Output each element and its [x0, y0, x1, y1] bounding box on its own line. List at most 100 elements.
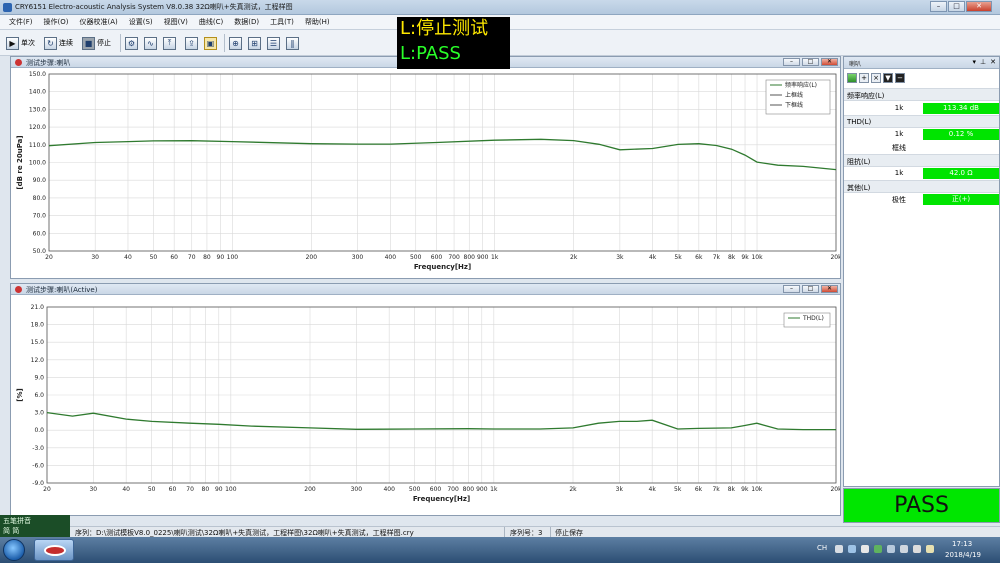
tile-vertical-icon: ‖ [286, 36, 299, 50]
x-tick-label: 400 [383, 486, 395, 493]
single-run-button[interactable]: ▶ 单次 [6, 35, 35, 51]
pin-icon[interactable]: ▾ [973, 59, 977, 66]
group-title: 阻抗(L) [847, 158, 871, 166]
result-group[interactable]: 其他(L) [844, 180, 999, 193]
y-tick-label: 3.0 [34, 410, 44, 417]
ime-state: 简 简 [3, 527, 20, 535]
export-tool-button[interactable]: ⇪ [185, 35, 198, 51]
chart-icon: ∿ [144, 36, 157, 50]
grid-view-icon[interactable] [847, 73, 857, 83]
series-line [46, 411, 836, 431]
x-tick-label: 60 [170, 254, 178, 261]
continuous-run-button[interactable]: ↻ 连续 [44, 35, 73, 51]
menu-file[interactable]: 文件(F) [9, 17, 33, 27]
insert-window-button[interactable]: ⊞ [248, 35, 261, 51]
x-tick-label: 50 [150, 254, 158, 261]
save-icon: ▣ [204, 36, 217, 50]
clock-time[interactable]: 17:13 [952, 540, 972, 548]
menu-curve[interactable]: 曲线(C) [199, 17, 223, 27]
x-tick-label: 2k [569, 486, 577, 493]
menu-view[interactable]: 视图(V) [164, 17, 188, 27]
x-tick-label: 700 [447, 486, 459, 493]
clock-date[interactable]: 2018/4/19 [945, 551, 981, 559]
remove-item-icon[interactable]: × [871, 73, 881, 83]
stop-button[interactable]: ■ 停止 [82, 35, 111, 51]
x-tick-label: 1k [490, 486, 498, 493]
x-tick-label: 7k [712, 486, 720, 493]
group-title: THD(L) [847, 118, 872, 126]
panel-close-icon[interactable]: ✕ [990, 59, 996, 66]
tray-volume-icon[interactable] [913, 545, 921, 553]
menu-help[interactable]: 帮助(H) [305, 17, 330, 27]
pane-minimize-icon[interactable]: – [783, 58, 800, 66]
pane-minimize-icon[interactable]: – [783, 285, 800, 293]
pane-restore-icon[interactable]: □ [802, 58, 819, 66]
tray-bluetooth-icon[interactable] [848, 545, 856, 553]
pass-text: PASS [894, 493, 949, 518]
save-tool-button[interactable]: ▣ [204, 35, 217, 51]
ime-bar[interactable]: 五笔拼音 简 简 [0, 515, 70, 537]
y-tick-label: 130.0 [29, 106, 46, 113]
tray-display-icon[interactable] [887, 545, 895, 553]
legend-entry: 下框线 [785, 101, 803, 109]
menu-tools[interactable]: 工具(T) [270, 17, 294, 27]
result-name: 框线 [892, 144, 906, 152]
pane-close-icon[interactable]: ✕ [821, 58, 838, 66]
y-tick-label: 15.0 [31, 339, 45, 346]
language-indicator[interactable]: CH [817, 544, 827, 552]
taskbar: CH 17:13 2018/4/19 [0, 537, 1000, 563]
settings-tool-button[interactable]: ⚙ [125, 35, 138, 51]
pane-controls: – □ ✕ [783, 58, 838, 66]
add-window-button[interactable]: ⊕ [229, 35, 242, 51]
result-row: 1k 42.0 Ω [844, 167, 999, 180]
thd-pane: 测试步骤:喇叭(Active) – □ ✕ 21.0 18.0 15.0 12.0 9.… [10, 283, 841, 516]
panel-pin-icon[interactable]: ⊥ [980, 59, 986, 66]
play-icon: ▶ [6, 36, 19, 50]
loop-icon: ↻ [44, 36, 57, 50]
result-group[interactable]: 频率响应(L) [844, 88, 999, 101]
maximize-icon[interactable]: □ [948, 1, 965, 12]
menu-calibrate[interactable]: 仪器校准(A) [79, 17, 117, 27]
move-down-icon[interactable]: ▼ [883, 73, 893, 83]
open-icon: ⤒ [163, 36, 176, 50]
x-tick-label: 200 [306, 254, 318, 261]
tile-vertical-button[interactable]: ‖ [286, 35, 299, 51]
add-item-icon[interactable]: + [859, 73, 869, 83]
x-tick-label: 900 [477, 254, 489, 261]
close-icon[interactable]: ✕ [966, 1, 992, 12]
x-tick-label: 30 [89, 486, 97, 493]
y-tick-label: 90.0 [33, 177, 47, 184]
pane-close-icon[interactable]: ✕ [821, 285, 838, 293]
x-tick-label: 600 [431, 254, 443, 261]
x-tick-label: 5k [674, 486, 682, 493]
menu-data[interactable]: 数据(D) [234, 17, 259, 27]
x-tick-label: 900 [476, 486, 488, 493]
x-tick-label: 6k [695, 254, 703, 261]
x-tick-label: 20 [45, 254, 53, 261]
minimize-icon[interactable]: – [930, 1, 947, 12]
pane-restore-icon[interactable]: □ [802, 285, 819, 293]
x-tick-label: 700 [448, 254, 460, 261]
menu-settings[interactable]: 设置(S) [129, 17, 153, 27]
window-controls: – □ ✕ [930, 1, 992, 12]
menu-operate[interactable]: 操作(O) [44, 17, 69, 27]
result-group[interactable]: 阻抗(L) [844, 154, 999, 167]
chart-tool-button[interactable]: ∿ [144, 35, 157, 51]
tray-network-icon[interactable] [900, 545, 908, 553]
group-title: 频率响应(L) [847, 92, 885, 100]
x-tick-label: 40 [124, 254, 132, 261]
result-group[interactable]: THD(L) [844, 115, 999, 128]
x-tick-label: 500 [409, 486, 421, 493]
pass-indicator: PASS [843, 488, 1000, 523]
collapse-icon[interactable]: − [895, 73, 905, 83]
tray-notify-icon[interactable] [926, 545, 934, 553]
open-tool-button[interactable]: ⤒ [163, 35, 176, 51]
x-tick-label: 300 [352, 254, 364, 261]
status-bar: 序列：D:\测试模板V8.0_0225\喇叭测试\32Ω喇叭+失真测试，工程样图… [70, 526, 1000, 538]
start-button[interactable] [3, 539, 25, 561]
taskbar-app-button[interactable] [34, 539, 74, 561]
tile-horizontal-button[interactable]: ☰ [267, 35, 280, 51]
tray-help-icon[interactable] [835, 545, 843, 553]
tray-device-icon[interactable] [861, 545, 869, 553]
tray-shield-icon[interactable] [874, 545, 882, 553]
